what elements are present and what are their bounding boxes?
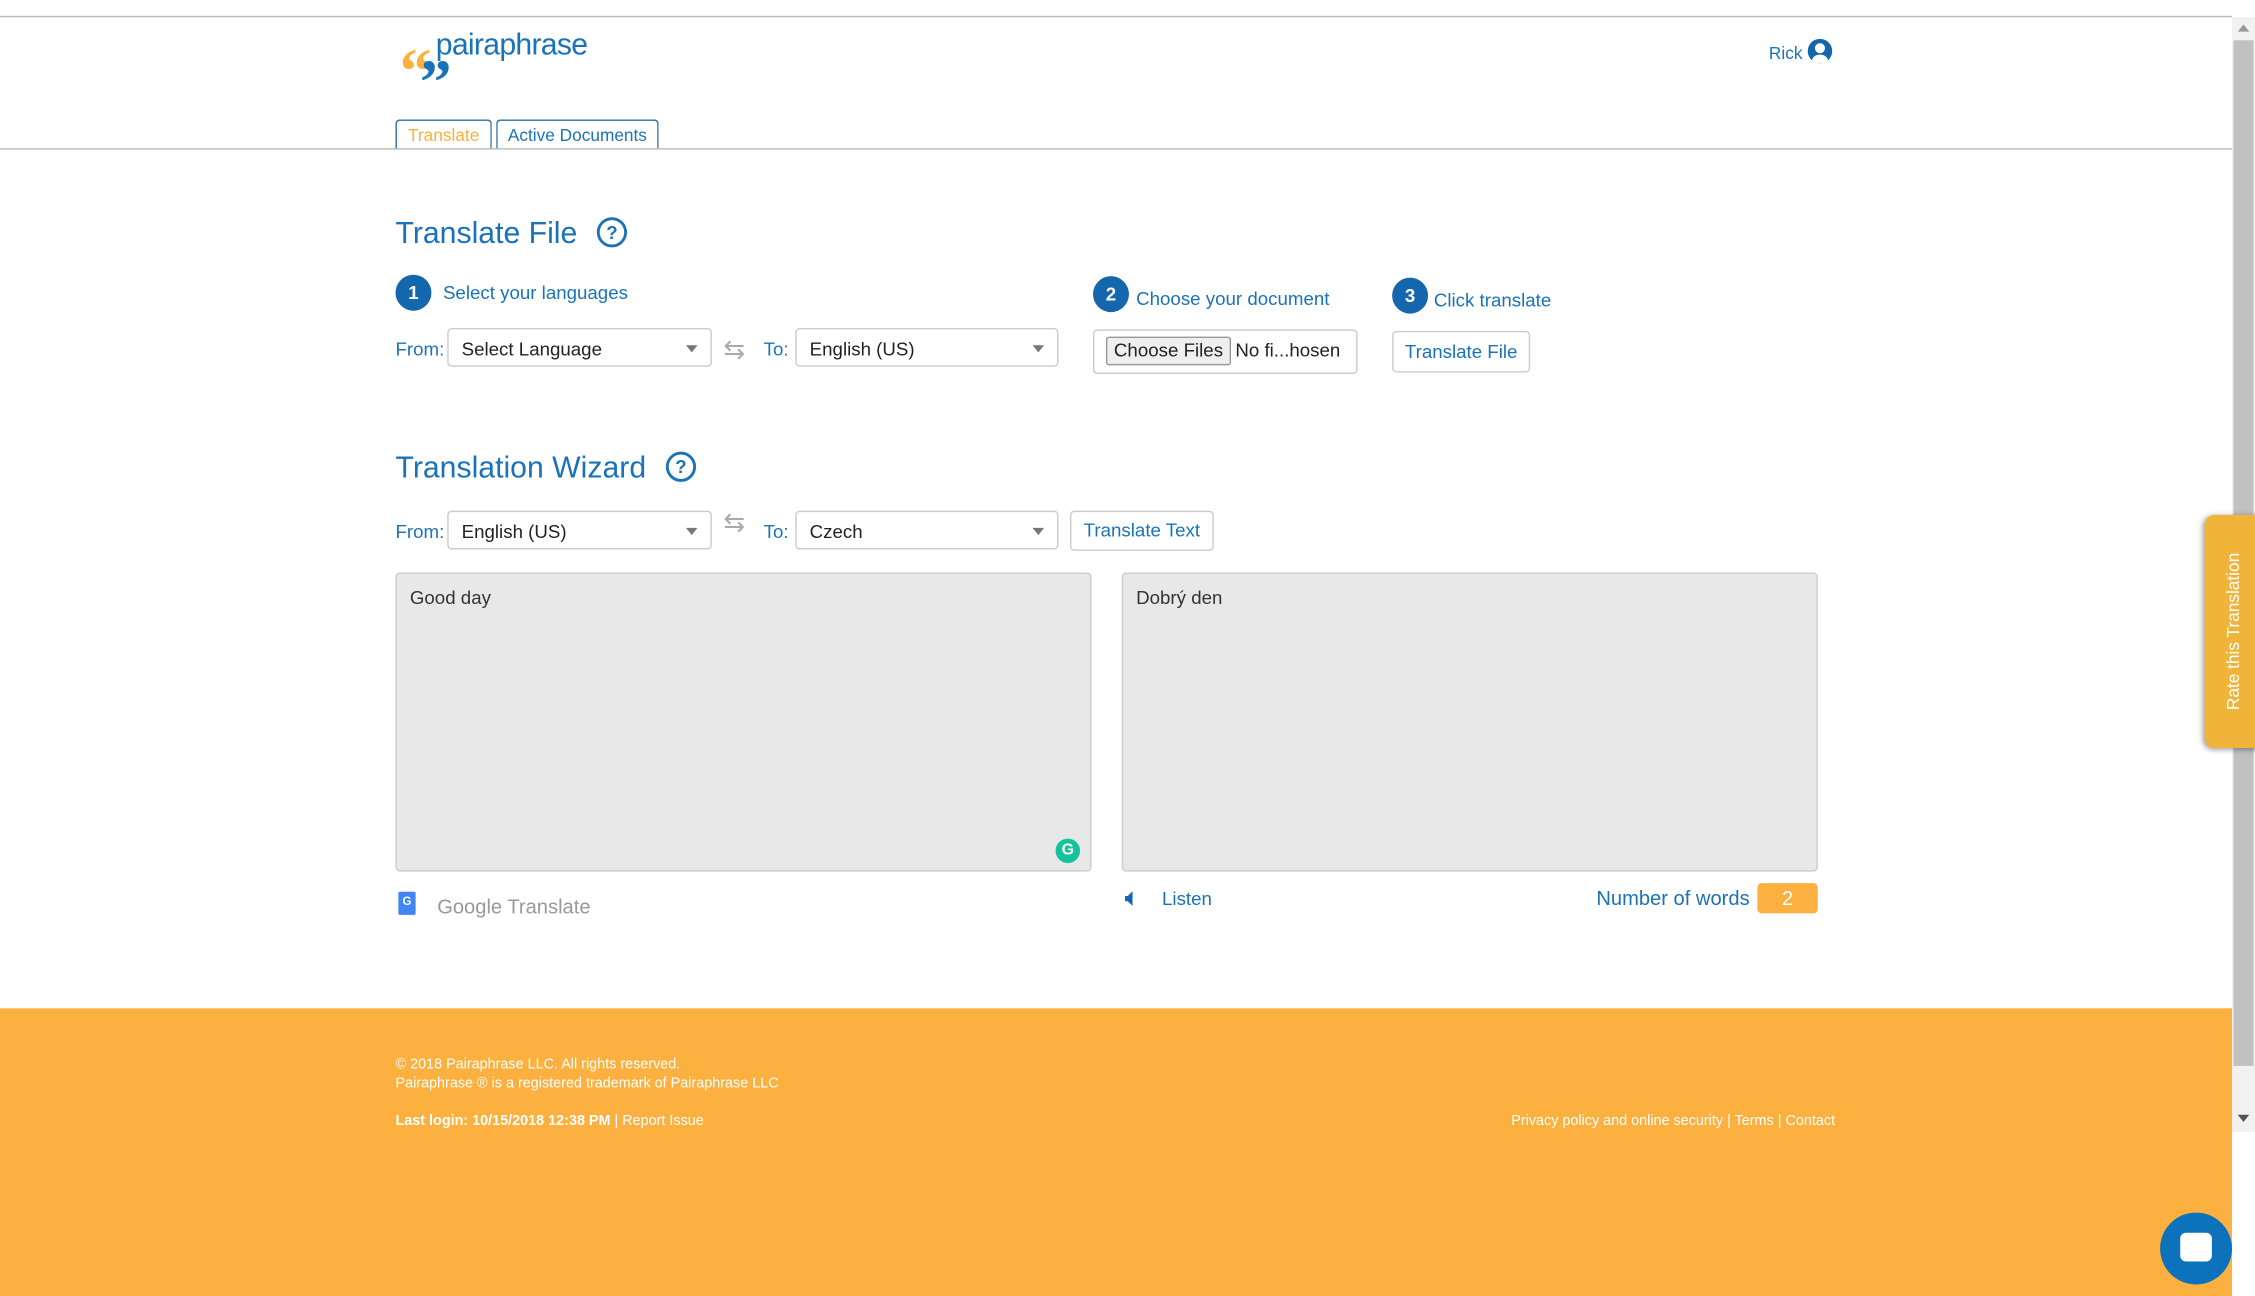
user-circle-icon[interactable] [1807,38,1833,64]
to-language-select[interactable]: Czech [795,510,1059,550]
chat-icon [2180,1232,2212,1262]
step-label: Choose your document [1136,287,1330,310]
to-label: To: [763,338,789,360]
last-login: Last login: 10/15/2018 12:38 PM [395,1113,611,1130]
step-label: Select your languages [442,281,628,304]
selected-value: English (US) [809,338,915,360]
rate-tab-label: Rate this Translation [2223,552,2244,711]
chevron-down-icon [685,345,698,353]
page: “ ” pairaphrase Rick Translate Active Do… [0,0,2255,1296]
swap-languages-icon[interactable]: ⇆ [723,508,745,538]
file-input[interactable]: Choose Files No fi...hosen [1092,329,1358,374]
separator: | [1777,1113,1782,1130]
logo-text: pairaphrase [435,28,588,62]
separator: | [1727,1113,1731,1130]
terms-link[interactable]: Terms [1735,1113,1774,1129]
listen-button[interactable]: Listen [1162,887,1212,909]
section-title: Translate File [395,217,578,251]
footer: © 2018 Pairaphrase LLC. All rights reser… [0,1008,2232,1296]
choose-files-button[interactable]: Choose Files [1105,336,1232,366]
selected-value: English (US) [461,520,567,543]
tab-active-documents[interactable]: Active Documents [496,119,659,150]
section-title: Translation Wizard [395,451,647,485]
selected-value: Czech [809,520,863,543]
from-label: From: [395,338,445,360]
chevron-down-icon [1032,345,1045,353]
chevron-down-icon [1032,527,1045,536]
help-icon[interactable]: ? [596,217,628,248]
source-text-area[interactable]: Good day [395,572,1092,872]
translate-file-button[interactable]: Translate File [1392,330,1531,373]
from-language-select[interactable]: Select Language [447,327,712,367]
file-status: No fi...hosen [1235,339,1341,362]
word-count-label: Number of words [1596,886,1750,910]
contact-link[interactable]: Contact [1785,1113,1835,1129]
to-label: To: [763,520,789,543]
divider [0,15,2232,18]
swap-languages-icon[interactable]: ⇆ [723,335,745,365]
copyright: © 2018 Pairaphrase LLC. All rights reser… [395,1057,681,1074]
chat-button[interactable] [2160,1212,2232,1285]
grammarly-icon[interactable]: G [1055,838,1081,864]
help-icon[interactable]: ? [665,451,697,482]
from-label: From: [395,520,445,543]
translate-text-button[interactable]: Translate Text [1069,510,1214,551]
divider [0,148,2232,150]
scroll-down-icon[interactable] [2237,1114,2250,1122]
scroll-up-icon[interactable] [2237,24,2250,32]
user-name[interactable]: Rick [1769,43,1803,63]
logo[interactable]: “ ” pairaphrase [400,28,609,115]
rate-translation-tab[interactable]: Rate this Translation [2204,514,2255,748]
tab-translate[interactable]: Translate [395,119,492,150]
trademark: Pairaphrase ® is a registered trademark … [395,1075,779,1092]
to-language-select[interactable]: English (US) [795,327,1059,367]
separator: | [614,1113,619,1130]
engine-label: Google Translate [437,894,591,918]
translated-text-area[interactable]: Dobrý den [1121,572,1818,872]
step-badge: 2 [1092,276,1129,313]
chevron-down-icon [685,527,698,536]
step-label: Click translate [1433,289,1552,311]
report-issue-link[interactable]: Report Issue [622,1113,704,1129]
word-count-badge: 2 [1757,883,1818,914]
speaker-icon[interactable]: 🔈︎ [1125,883,1141,913]
selected-value: Select Language [461,338,602,360]
from-language-select[interactable]: English (US) [447,510,712,550]
step-badge: 3 [1392,277,1429,314]
privacy-link[interactable]: Privacy policy and online security [1511,1113,1723,1129]
step-badge: 1 [395,274,432,311]
google-translate-icon: G [398,891,416,915]
